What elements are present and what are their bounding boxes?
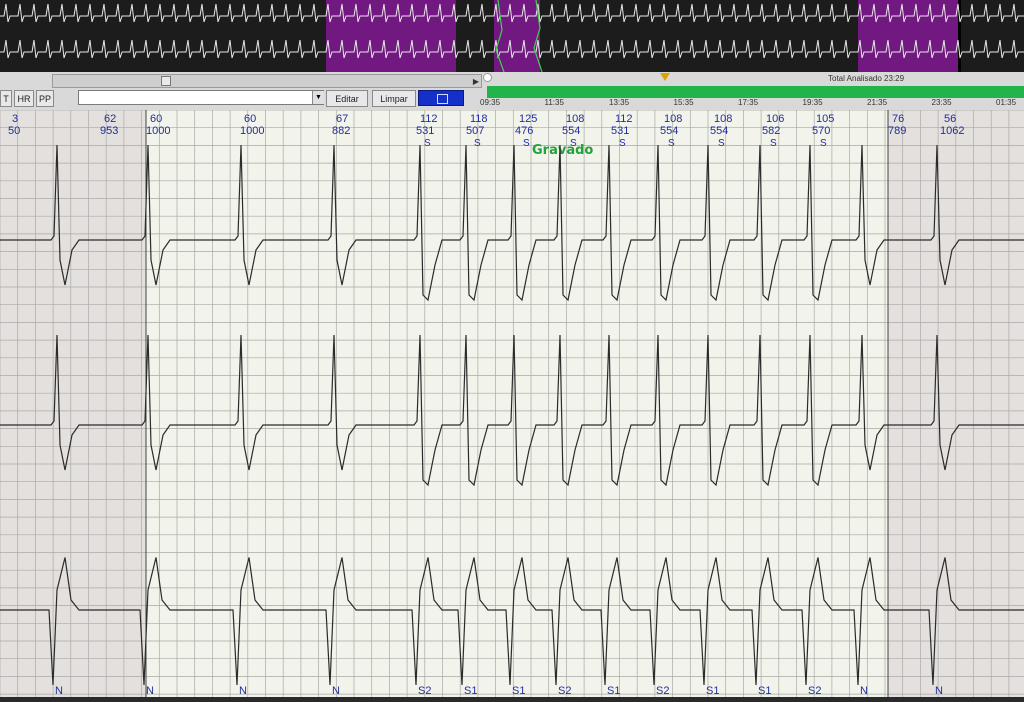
beat-rr-label: 476 [515,125,533,137]
beat-annotation: N [935,685,943,697]
beat-rr-label: 1062 [940,125,964,137]
beat-annotation: N [146,685,154,697]
beat-rr-label: 531 [416,125,434,137]
beat-class-marker: S [474,138,481,149]
beat-hr-label: 60 [150,113,162,125]
beat-rr-label: 789 [888,125,906,137]
beat-annotation: S1 [464,685,477,697]
beat-rr-label: 554 [562,125,580,137]
beat-class-marker: S [424,138,431,149]
timeline-tick: 15:35 [673,98,694,107]
beat-rr-label: 554 [710,125,728,137]
timeline-tick: 17:35 [738,98,759,107]
beat-class-marker: S [820,138,827,149]
beat-rr-label: 50 [8,125,20,137]
overview-selection-2 [494,0,540,72]
scroll-right-icon[interactable]: ▶ [470,75,482,87]
beat-rr-label: 531 [611,125,629,137]
timeline-tick: 11:35 [544,98,564,107]
beat-class-marker: S [770,138,777,149]
beat-rr-label: 953 [100,125,118,137]
edit-button[interactable]: Editar [326,90,368,107]
beat-rr-label: 1000 [146,125,170,137]
beat-rr-label: 582 [762,125,780,137]
timeline-tick: 13:35 [609,98,630,107]
clear-button[interactable]: Limpar [372,90,416,107]
horizontal-scrollbar[interactable] [52,74,482,88]
view-toggle-button[interactable] [418,90,464,106]
beat-annotation: S2 [558,685,571,697]
beat-hr-label: 67 [336,113,348,125]
overview-trace [0,0,1024,72]
timeline-tick: 23:35 [931,98,952,107]
beat-annotation: S2 [656,685,669,697]
ecg-chart: 3506295360100060100067882112531S118507S1… [0,109,1024,697]
beat-annotation: S2 [418,685,431,697]
beat-rr-label: 1000 [240,125,264,137]
beat-annotation: S2 [808,685,821,697]
beat-annotation: N [239,685,247,697]
beat-hr-label: 62 [104,113,116,125]
beat-class-marker: S [718,138,725,149]
shaded-region-left [0,110,146,697]
beat-annotation: N [332,685,340,697]
beat-hr-label: 108 [664,113,682,125]
beat-hr-label: 3 [12,113,18,125]
shaded-region-right [888,110,1024,697]
scrollbar-thumb[interactable] [161,76,171,86]
timeline-bar[interactable] [487,86,1024,98]
beat-class-marker: S [619,138,626,149]
beat-hr-label: 105 [816,113,834,125]
beat-hr-label: 112 [615,113,633,125]
beat-rr-label: 882 [332,125,350,137]
beat-hr-label: 106 [766,113,784,125]
beat-annotation: N [860,685,868,697]
mode-button-hr[interactable]: HR [14,90,34,107]
timeline-tick: 01:35 [996,98,1017,107]
beat-hr-label: 125 [519,113,537,125]
beat-hr-label: 112 [420,113,438,125]
beat-hr-label: 56 [944,113,956,125]
annotation-dropdown-icon[interactable]: ▼ [312,91,324,104]
beat-rr-label: 507 [466,125,484,137]
window-icon [437,94,448,104]
timeline-start-marker[interactable] [483,73,492,82]
annotation-input[interactable] [78,90,324,105]
beat-hr-label: 118 [470,113,488,125]
ecg-grid[interactable]: 3 50 62 953 60 1000 60 1000 67 882 112 531 S 118 507 S 1… [0,109,1024,697]
overview-selection-1 [326,0,456,72]
beat-annotation: S1 [512,685,525,697]
overview-strip[interactable] [0,0,1024,72]
beat-rr-label: 570 [812,125,830,137]
beat-rr-label: 554 [660,125,678,137]
recorded-label: Gravado [532,143,593,158]
beat-hr-label: 108 [714,113,732,125]
beat-hr-label: 60 [244,113,256,125]
mode-button-t[interactable]: T [0,90,12,107]
beat-annotation: S1 [607,685,620,697]
mode-button-pp[interactable]: PP [36,90,54,107]
timeline-cursor-icon[interactable] [660,73,670,81]
timeline-tick: 19:35 [802,98,823,107]
beat-annotation: N [55,685,63,697]
timeline-tick: 21:35 [867,98,888,107]
beat-annotation: S1 [706,685,719,697]
beat-class-marker: S [523,138,530,149]
total-analyzed-label: Total Analisado 23:29 [828,74,905,83]
beat-class-marker: S [668,138,675,149]
beat-annotation: S1 [758,685,771,697]
beat-hr-label: 76 [892,113,904,125]
beat-hr-label: 108 [566,113,584,125]
timeline-tick: 09:35 [480,98,501,107]
